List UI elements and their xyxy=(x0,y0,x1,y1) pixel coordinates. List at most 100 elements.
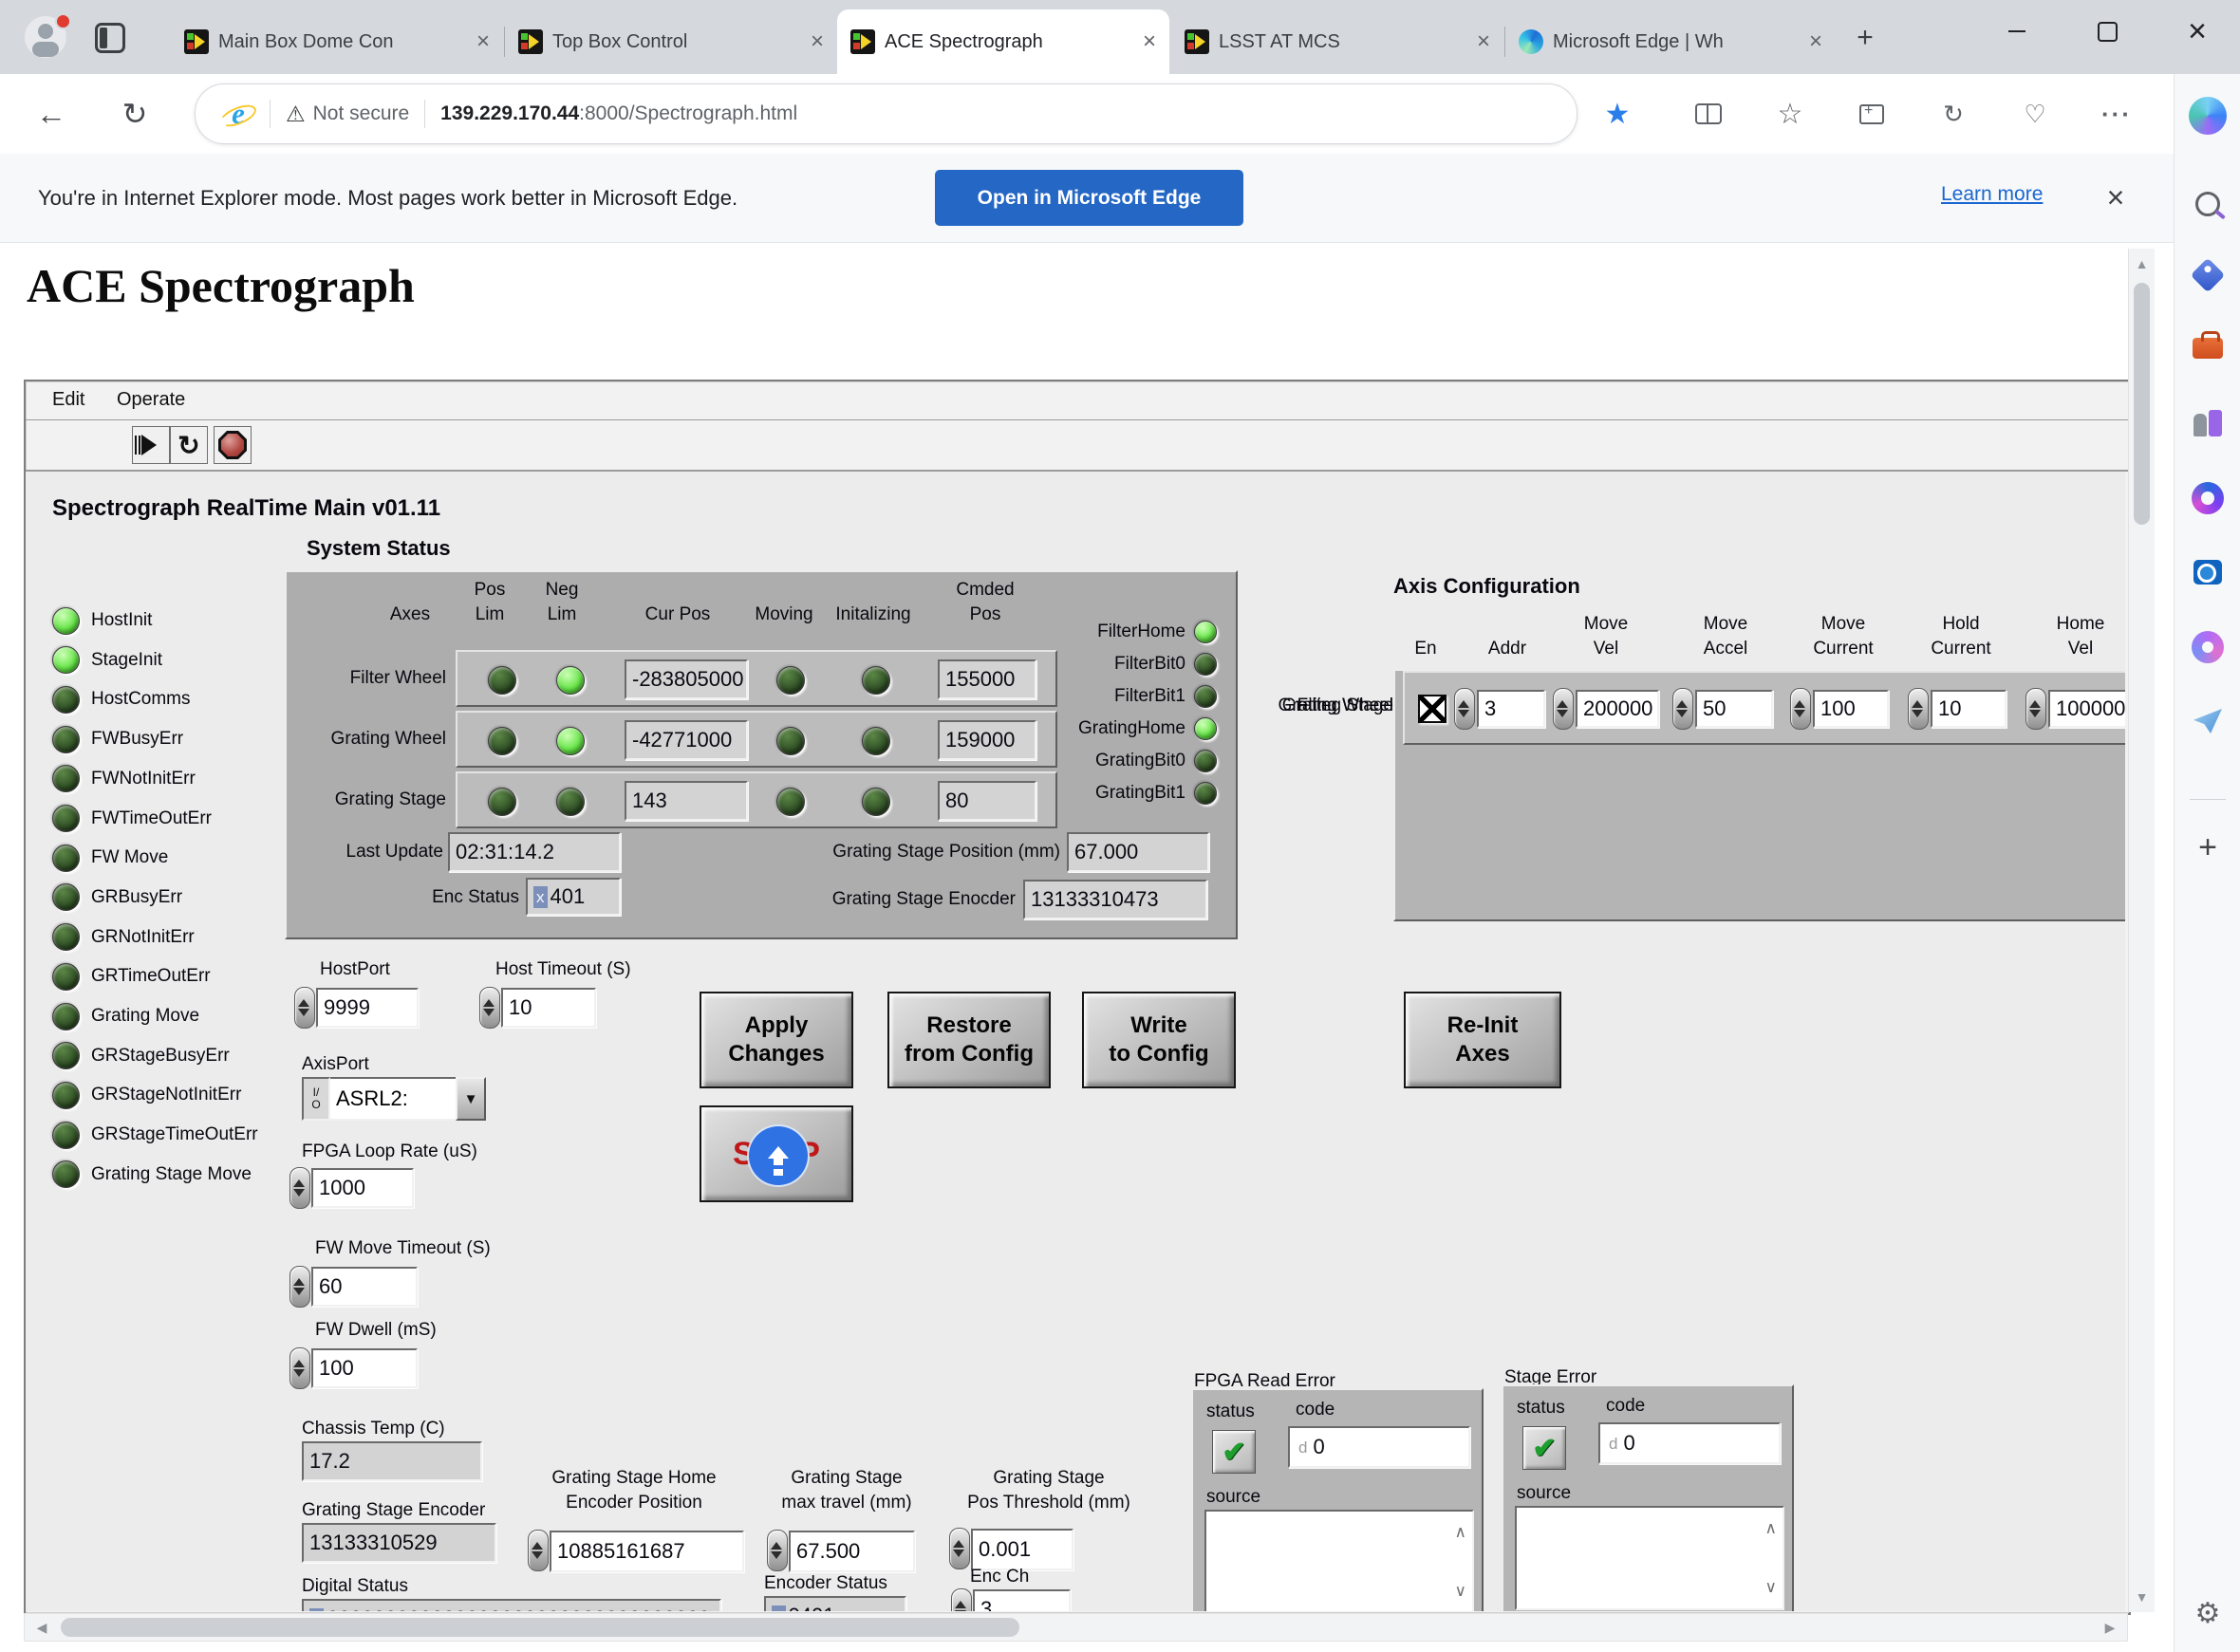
split-screen-icon[interactable] xyxy=(1691,97,1726,131)
stop-button[interactable]: STOP xyxy=(700,1105,853,1202)
back-button[interactable]: ← xyxy=(28,91,74,137)
tab-close-icon[interactable]: × xyxy=(1809,30,1822,53)
close-window-button[interactable]: × xyxy=(2166,2,2229,61)
enc-ch-field[interactable]: 3 xyxy=(973,1589,1071,1611)
move-vel-spinner[interactable] xyxy=(1553,688,1574,730)
collections-icon[interactable] xyxy=(1855,97,1889,131)
address-bar[interactable]: e ⚠ Not secure 139.229.170.44:8000/Spect… xyxy=(195,84,1577,144)
gs-pos-threshold-spinner[interactable] xyxy=(949,1528,970,1569)
error-status-check[interactable]: ✔ xyxy=(1212,1430,1256,1474)
tab-main-box-dome[interactable]: Main Box Dome Con × xyxy=(171,9,503,74)
tab-lsst-at-mcs[interactable]: LSST AT MCS × xyxy=(1171,9,1503,74)
home-vel-field[interactable]: 100000 xyxy=(2048,690,2125,728)
en-checkbox[interactable] xyxy=(1418,695,1447,723)
axis-port-combo[interactable]: I/O ASRL2: ▼ xyxy=(302,1077,486,1121)
gs-max-travel-field[interactable]: 67.500 xyxy=(789,1531,915,1572)
games-icon[interactable] xyxy=(2187,403,2229,445)
banner-close-button[interactable]: × xyxy=(2093,175,2138,220)
scroll-up-icon[interactable]: ∧ xyxy=(1455,1523,1466,1542)
browser-essentials-icon[interactable]: ♡ xyxy=(2018,97,2052,131)
error-status-check[interactable]: ✔ xyxy=(1522,1426,1566,1470)
new-tab-button[interactable]: + xyxy=(1846,19,1884,57)
move-accel-spinner[interactable] xyxy=(1672,688,1693,730)
scroll-right-arrow[interactable]: ▶ xyxy=(2100,1620,2119,1636)
scroll-down-arrow[interactable]: ▼ xyxy=(2129,1589,2155,1605)
fw-move-timeout-field[interactable]: 60 xyxy=(311,1267,418,1307)
scroll-down-icon[interactable]: ∨ xyxy=(1455,1582,1466,1601)
learn-more-link[interactable]: Learn more xyxy=(1941,183,2043,206)
tab-microsoft-edge[interactable]: Microsoft Edge | Wh × xyxy=(1505,9,1836,74)
tab-top-box-control[interactable]: Top Box Control × xyxy=(505,9,837,74)
tab-close-icon[interactable]: × xyxy=(811,30,824,53)
fpga-loop-rate-field[interactable]: 1000 xyxy=(311,1168,414,1208)
addr-spinner[interactable] xyxy=(1454,688,1475,730)
host-timeout-spinner[interactable] xyxy=(479,987,500,1029)
run-continuous-button[interactable]: ↻ xyxy=(170,426,208,464)
favorites-icon[interactable]: ☆ xyxy=(1773,97,1807,131)
move-accel-field[interactable]: 50 xyxy=(1695,690,1773,728)
favorite-star-icon[interactable]: ★ xyxy=(1600,97,1634,131)
horizontal-scrollbar-thumb[interactable] xyxy=(61,1618,1019,1637)
move-current-field[interactable]: 100 xyxy=(1813,690,1889,728)
fpga-loop-rate-spinner[interactable] xyxy=(289,1167,310,1209)
scroll-down-icon[interactable]: ∨ xyxy=(1765,1578,1777,1597)
enc-ch-spinner[interactable] xyxy=(951,1588,972,1611)
host-port-spinner[interactable] xyxy=(294,987,315,1029)
not-secure-warning-icon[interactable]: ⚠ xyxy=(286,102,306,127)
security-label[interactable]: Not secure xyxy=(313,102,410,125)
fw-dwell-field[interactable]: 100 xyxy=(311,1348,418,1388)
horizontal-scrollbar[interactable]: ◀ ▶ xyxy=(24,1613,2128,1642)
error-code-field[interactable]: d0 xyxy=(1598,1422,1781,1464)
designer-icon[interactable] xyxy=(2187,626,2229,668)
settings-more-icon[interactable]: ··· xyxy=(2100,97,2134,131)
menu-edit[interactable]: Edit xyxy=(52,389,84,411)
tab-close-icon[interactable]: × xyxy=(1143,30,1156,53)
scroll-up-arrow[interactable]: ▲ xyxy=(2129,256,2155,271)
fw-dwell-spinner[interactable] xyxy=(289,1347,310,1389)
tab-ace-spectrograph[interactable]: ACE Spectrograph × xyxy=(837,9,1169,74)
error-code-field[interactable]: d0 xyxy=(1288,1426,1470,1468)
reinit-axes-button[interactable]: Re-Init Axes xyxy=(1404,992,1561,1088)
scroll-left-arrow[interactable]: ◀ xyxy=(32,1620,51,1636)
open-in-edge-button[interactable]: Open in Microsoft Edge xyxy=(935,170,1243,226)
dropdown-arrow-icon[interactable]: ▼ xyxy=(456,1077,486,1121)
gs-max-travel-spinner[interactable] xyxy=(767,1530,788,1571)
run-button[interactable] xyxy=(132,426,170,464)
error-source-box[interactable]: ∧ ∨ xyxy=(1515,1506,1784,1610)
minimize-button[interactable] xyxy=(1986,2,2048,61)
tab-actions-icon[interactable] xyxy=(95,23,125,53)
tab-close-icon[interactable]: × xyxy=(1477,30,1490,53)
addr-field[interactable]: 3 xyxy=(1477,690,1545,728)
gs-home-encoder-spinner[interactable] xyxy=(528,1530,549,1571)
tab-close-icon[interactable]: × xyxy=(476,30,490,53)
gs-home-encoder-field[interactable]: 10885161687 xyxy=(550,1531,744,1572)
move-vel-field[interactable]: 200000 xyxy=(1576,690,1659,728)
search-icon[interactable] xyxy=(2187,183,2229,225)
shopping-icon[interactable] xyxy=(2187,254,2229,296)
abort-button[interactable] xyxy=(214,426,252,464)
outlook-icon[interactable] xyxy=(2187,551,2229,593)
vertical-scrollbar[interactable]: ▲ ▼ xyxy=(2128,249,2155,1612)
fw-move-timeout-spinner[interactable] xyxy=(289,1266,310,1308)
write-to-config-button[interactable]: Write to Config xyxy=(1082,992,1236,1088)
restore-from-config-button[interactable]: Restore from Config xyxy=(887,992,1051,1088)
host-port-field[interactable]: 9999 xyxy=(316,988,419,1028)
scroll-up-icon[interactable]: ∧ xyxy=(1765,1519,1777,1538)
host-timeout-field[interactable]: 10 xyxy=(501,988,596,1028)
sync-icon[interactable]: ↻ xyxy=(1936,97,1970,131)
hold-current-spinner[interactable] xyxy=(1908,688,1929,730)
error-source-box[interactable]: ∧ ∨ xyxy=(1204,1510,1474,1611)
vertical-scrollbar-thumb[interactable] xyxy=(2134,283,2150,525)
hold-current-field[interactable]: 10 xyxy=(1931,690,2007,728)
axis-port-value[interactable]: ASRL2: xyxy=(330,1077,456,1121)
apply-changes-button[interactable]: Apply Changes xyxy=(700,992,853,1088)
menu-operate[interactable]: Operate xyxy=(117,389,185,411)
toolbox-icon[interactable] xyxy=(2187,327,2229,369)
drop-icon[interactable] xyxy=(2187,700,2229,742)
home-vel-spinner[interactable] xyxy=(2025,688,2046,730)
settings-gear-icon[interactable]: ⚙ xyxy=(2187,1592,2229,1634)
move-current-spinner[interactable] xyxy=(1790,688,1811,730)
microsoft-365-icon[interactable] xyxy=(2187,477,2229,519)
maximize-button[interactable] xyxy=(2076,2,2138,61)
refresh-button[interactable]: ↻ xyxy=(112,91,158,137)
